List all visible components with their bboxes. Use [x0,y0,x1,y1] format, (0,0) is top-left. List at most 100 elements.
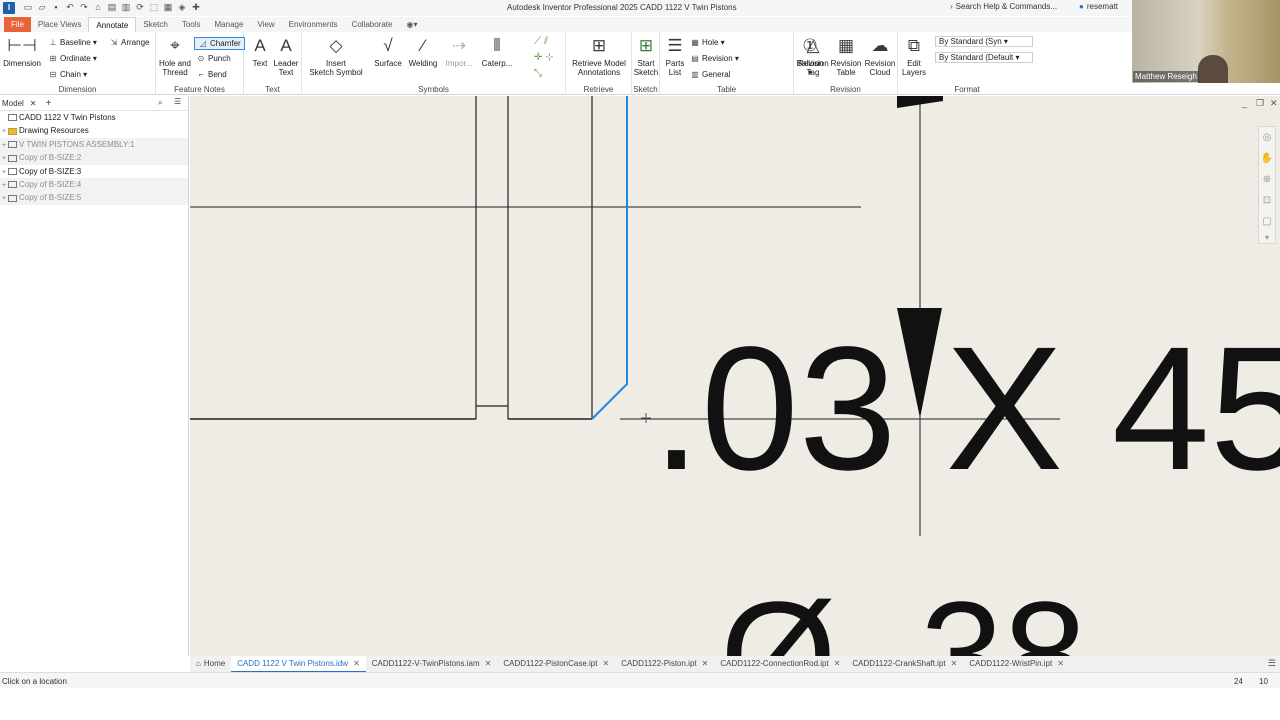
insert-sketch-symbol-button[interactable]: ◇ Insert Sketch Symbol [308,35,364,77]
pan-icon[interactable]: ✋ [1259,148,1275,169]
browser-item[interactable]: + Drawing Resources [0,124,188,137]
close-tab-icon[interactable]: ✕ [602,659,609,668]
hole-table-button[interactable]: ▦ Hole ▾ [690,37,724,48]
retrieve-model-annotations-button[interactable]: ⊞ Retrieve Model Annotations [568,35,630,77]
minimize-icon[interactable]: _ [1242,98,1247,108]
close-tab-icon[interactable]: ✕ [702,659,709,668]
doc-tab-assembly[interactable]: CADD1122-V-TwinPistons.iam ✕ [366,656,498,672]
measure-icon[interactable]: ▦ [162,1,174,14]
save-as-icon[interactable]: ▤ [106,1,118,14]
revision-cloud-button[interactable]: ☁ Revision Cloud [864,35,896,77]
revision-table-small-button[interactable]: ▤ Revision ▾ [690,53,739,64]
tab-list-icon[interactable]: ☰ [1268,658,1276,669]
new-icon[interactable]: ▭ [22,1,34,14]
doc-tab-drawing[interactable]: CADD 1122 V Twin Pistons.idw ✕ [231,656,366,672]
search-icon[interactable]: ⌕ [158,98,162,108]
expand-icon[interactable]: + [0,139,8,152]
tab-tools[interactable]: Tools [175,17,208,32]
browser-item[interactable]: + Copy of B-SIZE:5 [0,191,188,205]
doc-tab-pistoncase[interactable]: CADD1122-PistonCase.ipt ✕ [497,656,615,672]
add-icon[interactable]: ✚ [190,1,202,14]
expand-icon[interactable]: + [0,166,8,179]
user-account[interactable]: ● resematt [1079,2,1118,11]
home-icon[interactable]: ⌂ [92,1,104,14]
home-tab[interactable]: ⌂ Home [190,656,231,672]
restore-icon[interactable]: ❐ [1256,98,1264,109]
ordinate-button[interactable]: ⊞ Ordinate ▾ [48,53,97,64]
zoom-icon[interactable]: ⊕ [1259,169,1275,190]
browser-item[interactable]: + V TWIN PISTONS ASSEMBLY:1 [0,137,188,152]
general-table-button[interactable]: ▥ General [690,69,730,80]
save-icon[interactable]: ▪ [50,1,62,14]
navbar-expand-icon[interactable]: ▾ [1259,232,1275,244]
tab-view[interactable]: View [250,17,281,32]
tab-collaborate[interactable]: Collaborate [345,17,400,32]
revision-tag-button[interactable]: △ Revision Tag [798,35,829,77]
close-tab-icon[interactable]: ✕ [951,659,958,668]
close-tab-icon[interactable]: ✕ [353,659,360,668]
undo-icon[interactable]: ↶ [64,1,76,14]
leader-text-button[interactable]: A Leader Text [273,35,299,77]
app-logo-icon[interactable]: I [3,2,15,14]
import-button[interactable]: ⇢ Impor... [442,35,476,68]
menu-icon[interactable]: ☰ [174,97,181,106]
style-select[interactable]: By Standard (Syn ▾ [935,36,1033,47]
appearance-icon[interactable]: ◈ [176,1,188,14]
doc-tab-crankshaft[interactable]: CADD1122-CrankShaft.ipt ✕ [846,656,963,672]
bend-button[interactable]: ⌐ Bend [196,69,227,80]
browser-item[interactable]: + Copy of B-SIZE:3 [0,165,188,178]
expand-icon[interactable]: + [0,179,8,192]
tab-sketch[interactable]: Sketch [136,17,174,32]
tab-place-views[interactable]: Place Views [31,17,88,32]
close-tab-icon[interactable]: ✕ [834,659,841,668]
print-icon[interactable]: ▥ [120,1,132,14]
layer-select[interactable]: By Standard (Default ▾ [935,52,1033,63]
help-search-input[interactable]: › Search Help & Commands... [950,2,1072,14]
doc-tab-piston[interactable]: CADD1122-Piston.ipt ✕ [615,656,714,672]
close-tab-icon[interactable]: ✕ [485,659,492,668]
arrange-button[interactable]: ⇲ Arrange [109,37,150,48]
start-sketch-button[interactable]: ⊞ Start Sketch [633,35,659,77]
browser-item[interactable]: + Copy of B-SIZE:2 [0,151,188,165]
redo-icon[interactable]: ↷ [78,1,90,14]
close-tab-icon[interactable]: ✕ [1057,659,1064,668]
add-tab-icon[interactable]: + [46,98,52,109]
dimension-button[interactable]: ⊢⊣ Dimension [3,35,41,68]
doc-tab-connectionrod[interactable]: CADD1122-ConnectionRod.ipt ✕ [714,656,846,672]
select-icon[interactable]: ⬚ [148,1,160,14]
parts-list-button[interactable]: ☰ Parts List [663,35,687,77]
punch-button[interactable]: ⊙ Punch [196,53,231,64]
datum-icon[interactable]: ⟋ ⫽ [534,36,548,47]
tab-environments[interactable]: Environments [282,17,345,32]
baseline-button[interactable]: ⊥ Baseline ▾ [48,37,97,48]
close-icon[interactable]: ✕ [30,99,37,108]
expand-icon[interactable]: + [0,192,8,205]
surface-button[interactable]: √ Surface [372,35,404,68]
target-icon[interactable]: ✛ ⊹ [534,52,554,63]
chamfer-button[interactable]: ◿ Chamfer [194,37,245,50]
welding-button[interactable]: ⁄ Welding [406,35,440,68]
close-view-icon[interactable]: ✕ [1270,98,1278,109]
browser-tab-model[interactable]: Model [2,99,24,108]
browser-item[interactable]: + Copy of B-SIZE:4 [0,177,188,192]
expand-icon[interactable]: + [0,125,8,138]
revision-table-button[interactable]: ▦ Revision Table [830,35,862,77]
text-button[interactable]: A Text [249,35,271,68]
update-icon[interactable]: ⟳ [134,1,146,14]
zoom-window-icon[interactable]: ⊡ [1259,190,1275,211]
look-at-icon[interactable]: ▢ [1259,211,1275,232]
steering-wheel-icon[interactable]: ◎ [1259,127,1275,148]
open-icon[interactable]: ▱ [36,1,48,14]
expand-icon[interactable]: + [0,152,8,165]
tab-annotate[interactable]: Annotate [88,17,137,32]
edit-layers-button[interactable]: ⧉ Edit Layers [900,35,928,77]
hole-thread-button[interactable]: ⌖ Hole and Thread [157,35,193,77]
doc-tab-wristpin[interactable]: CADD1122-WristPin.ipt ✕ [963,656,1070,672]
caterpillar-button[interactable]: ⦀ Caterp... [478,35,516,68]
tab-file[interactable]: File [4,17,31,32]
browser-item[interactable]: CADD 1122 V Twin Pistons [0,111,188,124]
ribbon-options-icon[interactable]: ◉▾ [399,17,424,32]
chain-button[interactable]: ⊟ Chain ▾ [48,69,88,80]
feature-control-icon[interactable]: ⤡ [534,68,542,79]
drawing-canvas[interactable]: .03 X 45 Ø .38 _ ❐ ✕ ◎ ✋ ⊕ ⊡ ▢ ▾ [190,96,1280,656]
